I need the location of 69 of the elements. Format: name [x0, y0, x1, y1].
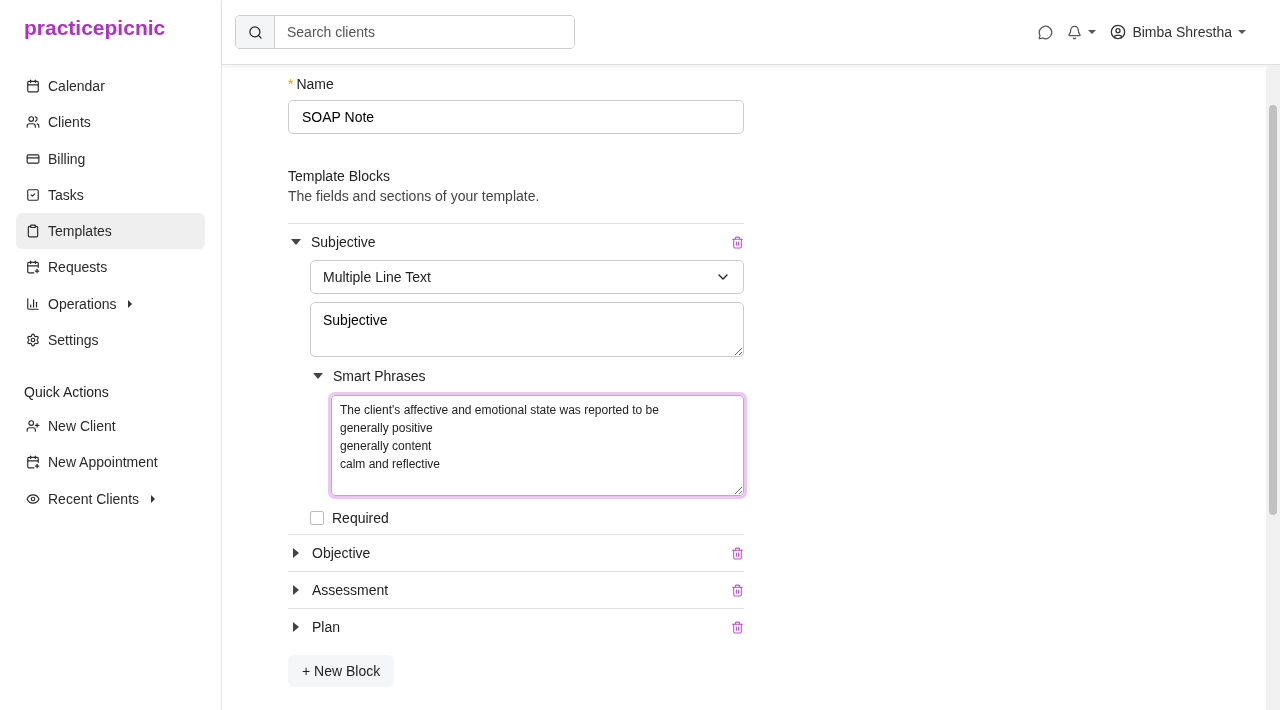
sidebar-item-label: Tasks: [48, 186, 84, 203]
user-menu[interactable]: Bimba Shrestha: [1110, 24, 1246, 40]
quick-action-label: Recent Clients: [48, 490, 140, 507]
sidebar-item[interactable]: Calendar: [16, 68, 205, 104]
checkbox-label: Required: [332, 510, 389, 526]
section-title: Template Blocks: [288, 168, 391, 184]
sidebar-item[interactable]: Requests: [16, 249, 205, 286]
quick-action-item[interactable]: New Client: [16, 408, 205, 445]
name-field[interactable]: SOAP Note: [288, 100, 744, 134]
section-subtitle: The fields and sections of your template.: [288, 188, 541, 204]
sidebar-item-label: Settings: [48, 332, 99, 349]
quick-action-label: New Client: [48, 418, 116, 435]
search-field[interactable]: Search clients: [235, 15, 575, 49]
sidebar-item[interactable]: Billing: [16, 140, 205, 177]
credit-card-icon: [26, 151, 40, 166]
required-mark: *: [288, 76, 294, 92]
people-icon: [26, 115, 40, 130]
block-title[interactable]: Objective: [312, 545, 371, 561]
calendar-plus-icon: [26, 260, 40, 275]
block-title[interactable]: Assessment: [312, 582, 389, 598]
calendar-icon: [26, 79, 40, 93]
sidebar-item[interactable]: Tasks: [16, 176, 205, 213]
sidebar-item[interactable]: Settings: [16, 322, 205, 359]
sidebar-item[interactable]: Clients: [16, 104, 205, 141]
trash-icon[interactable]: [731, 546, 744, 560]
calendar-plus-icon: [26, 455, 40, 470]
sidebar-item-label: Templates: [48, 223, 112, 240]
sidebar-item-label: Clients: [48, 114, 91, 131]
quick-action-item[interactable]: Recent Clients: [16, 480, 205, 517]
user-plus-icon: [26, 419, 40, 434]
subsection-title[interactable]: Smart Phrases: [333, 368, 426, 384]
trash-icon[interactable]: [731, 235, 744, 249]
sidebar-item-label: Operations: [48, 295, 117, 312]
sidebar-item[interactable]: Operations: [16, 285, 205, 322]
bell-icon[interactable]: [1067, 24, 1083, 40]
user-avatar-icon: [1110, 24, 1127, 40]
sidebar-item-label: Requests: [48, 259, 108, 276]
trash-icon[interactable]: [731, 583, 744, 597]
brand-logo: practicepicnic: [23, 15, 167, 40]
block-title[interactable]: Subjective: [311, 234, 376, 250]
quick-action-label: New Appointment: [48, 454, 158, 471]
clipboard-icon: [26, 224, 40, 239]
sidebar-item-label: Calendar: [48, 78, 105, 94]
quick-action-item[interactable]: New Appointment: [16, 444, 205, 481]
new-block-button[interactable]: + New Block: [288, 655, 395, 687]
settings-icon: [26, 333, 40, 348]
bar-chart-icon: [26, 296, 40, 311]
disclosure-triangle-icon[interactable]: [313, 373, 323, 379]
section-title: Quick Actions: [23, 384, 110, 401]
caret-icon[interactable]: [1088, 30, 1097, 34]
disclosure-triangle-icon[interactable]: [293, 622, 299, 632]
scrollbar[interactable]: [1266, 65, 1280, 710]
sidebar-item[interactable]: Templates: [16, 213, 205, 250]
caret-icon: [1238, 30, 1246, 34]
disclosure-triangle-icon[interactable]: [293, 585, 299, 595]
smart-phrases-field[interactable]: The client's affective and emotional state was reported to be generally positive generally content calm and reflective: [331, 395, 744, 496]
type-select[interactable]: Multiple Line Text: [310, 260, 744, 294]
trash-icon[interactable]: [731, 620, 744, 634]
required-checkbox[interactable]: [310, 511, 324, 525]
search-icon: [247, 24, 263, 40]
disclosure-triangle-icon[interactable]: [293, 548, 299, 558]
disclosure-triangle-icon[interactable]: [291, 239, 301, 245]
field-label: Name: [296, 76, 334, 92]
chat-bubble-icon[interactable]: [1038, 24, 1054, 40]
sidebar-item-label: Billing: [48, 150, 86, 167]
block-title[interactable]: Plan: [312, 619, 341, 635]
checkbox-icon: [26, 187, 40, 202]
label-field[interactable]: Subjective: [310, 302, 744, 357]
eye-icon: [26, 491, 40, 506]
